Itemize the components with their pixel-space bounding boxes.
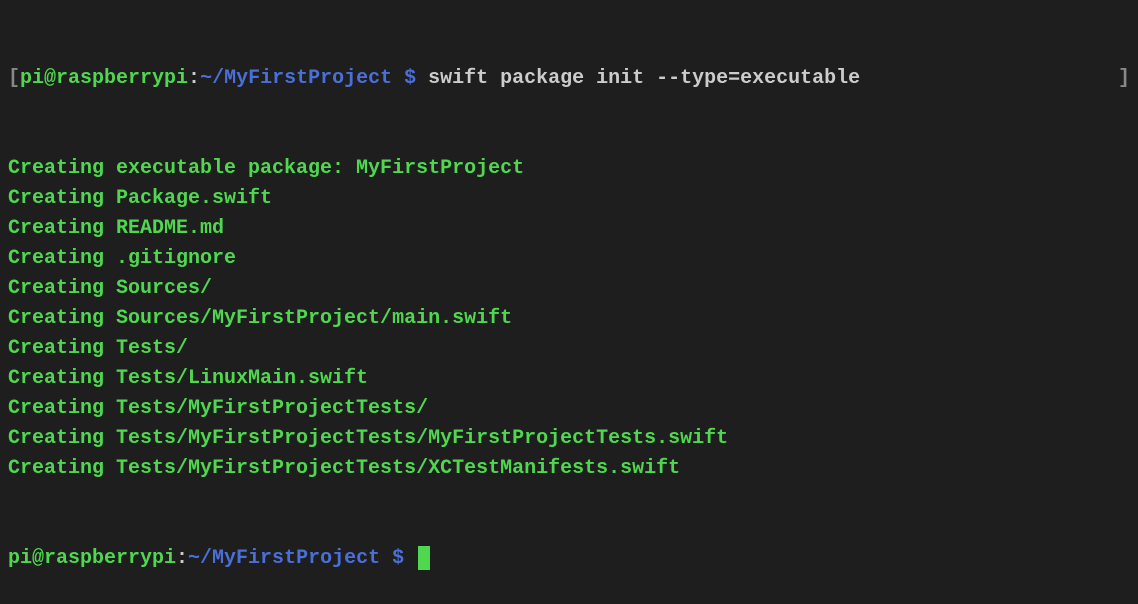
output-line: Creating README.md <box>8 214 1130 244</box>
path: ~/MyFirstProject <box>188 547 380 570</box>
prompt-line-1: [pi@raspberrypi:~/MyFirstProject $ swift… <box>8 64 1130 94</box>
user-host: pi@raspberrypi <box>20 67 188 90</box>
user-host: pi@raspberrypi <box>8 547 176 570</box>
output-line: Creating Tests/LinuxMain.swift <box>8 364 1130 394</box>
terminal[interactable]: [pi@raspberrypi:~/MyFirstProject $ swift… <box>8 4 1130 604</box>
output-line: Creating Tests/MyFirstProjectTests/XCTes… <box>8 454 1130 484</box>
output-container: Creating executable package: MyFirstProj… <box>8 154 1130 484</box>
colon: : <box>176 547 188 570</box>
path: ~/MyFirstProject <box>200 67 392 90</box>
left-bracket: [ <box>8 67 20 90</box>
output-line: Creating Tests/ <box>8 334 1130 364</box>
output-line: Creating Sources/MyFirstProject/main.swi… <box>8 304 1130 334</box>
output-line: Creating Sources/ <box>8 274 1130 304</box>
output-line: Creating executable package: MyFirstProj… <box>8 154 1130 184</box>
output-line: Creating Package.swift <box>8 184 1130 214</box>
dollar-sign: $ <box>380 547 416 570</box>
prompt-line-2[interactable]: pi@raspberrypi:~/MyFirstProject $ <box>8 544 1130 574</box>
command-text: swift package init --type=executable <box>428 67 860 90</box>
dollar-sign: $ <box>392 67 428 90</box>
output-line: Creating Tests/MyFirstProjectTests/MyFir… <box>8 424 1130 454</box>
right-bracket: ] <box>1118 64 1130 94</box>
output-line: Creating Tests/MyFirstProjectTests/ <box>8 394 1130 424</box>
cursor-icon <box>418 546 430 570</box>
output-line: Creating .gitignore <box>8 244 1130 274</box>
colon: : <box>188 67 200 90</box>
